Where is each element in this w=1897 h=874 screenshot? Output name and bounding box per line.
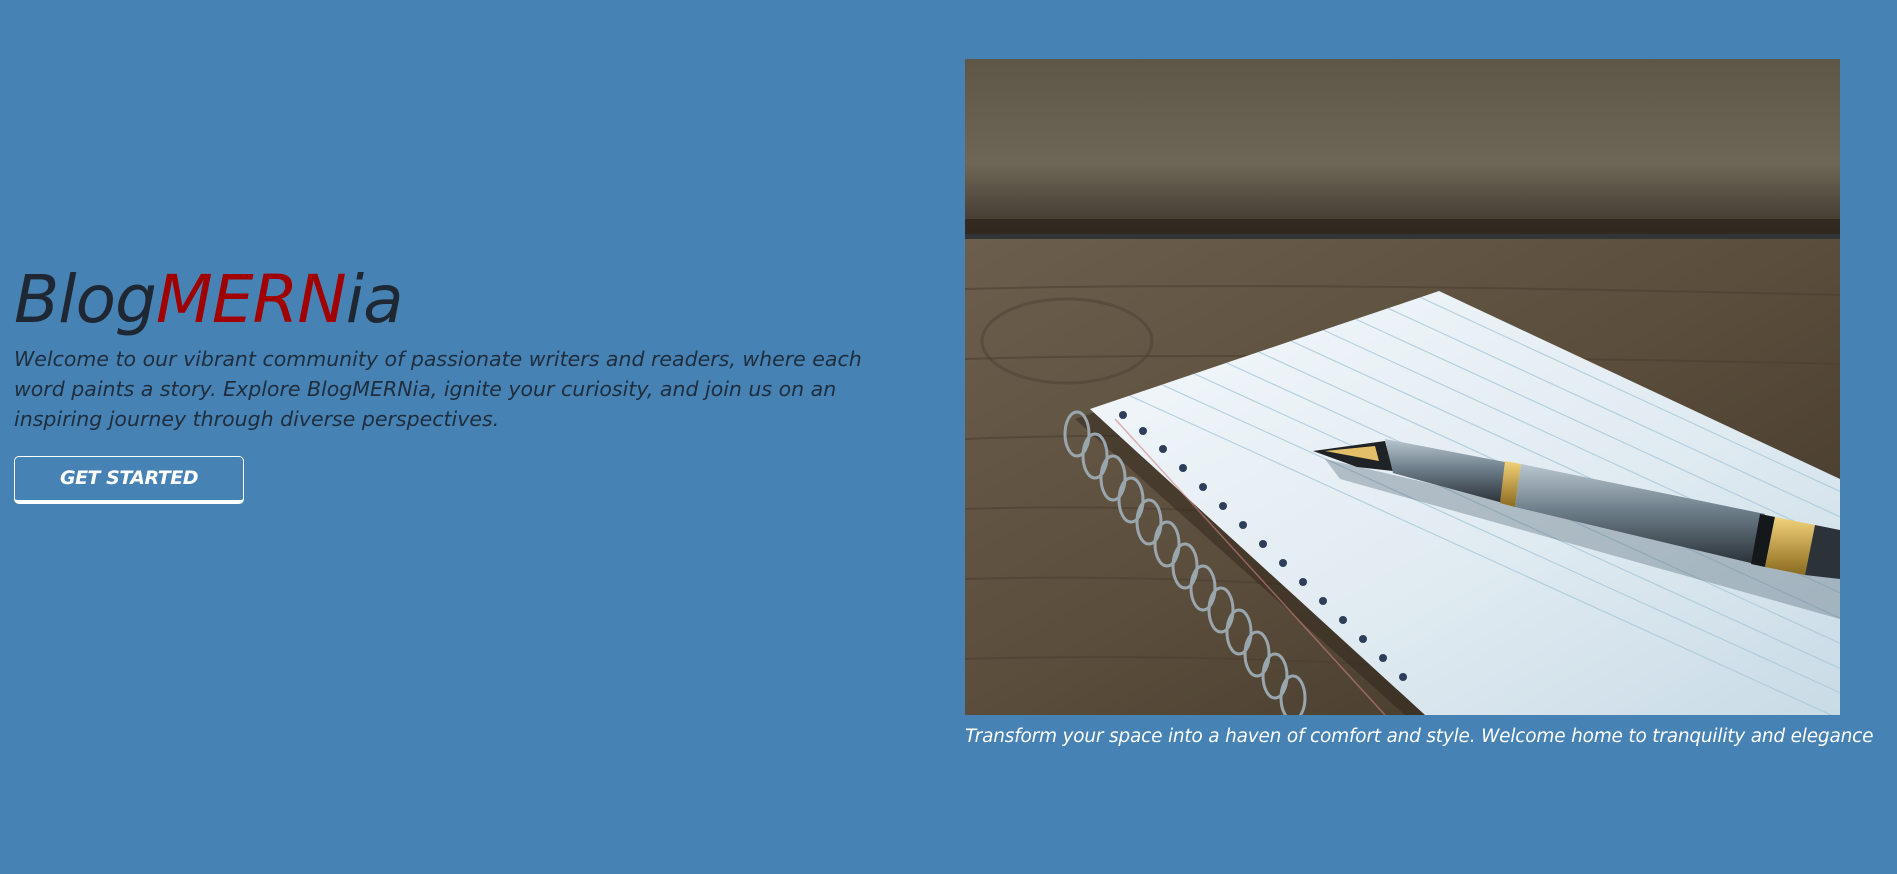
notebook-pen-photo (965, 59, 1840, 715)
hero-tagline: Welcome to our vibrant community of pass… (14, 347, 862, 431)
hero-text-column: BlogMERNia Welcome to our vibrant commun… (14, 262, 914, 504)
hero-section: BlogMERNia Welcome to our vibrant commun… (0, 0, 1897, 874)
figure-caption: Transform your space into a haven of com… (965, 726, 1874, 747)
brand-title: BlogMERNia (14, 262, 914, 338)
hero-figure: Transform your space into a haven of com… (965, 59, 1874, 747)
brand-highlight: MERN (155, 261, 347, 338)
brand-prefix: Blog (14, 261, 157, 338)
get-started-button[interactable]: GET STARTED (14, 456, 244, 504)
brand-suffix: ia (345, 261, 404, 338)
